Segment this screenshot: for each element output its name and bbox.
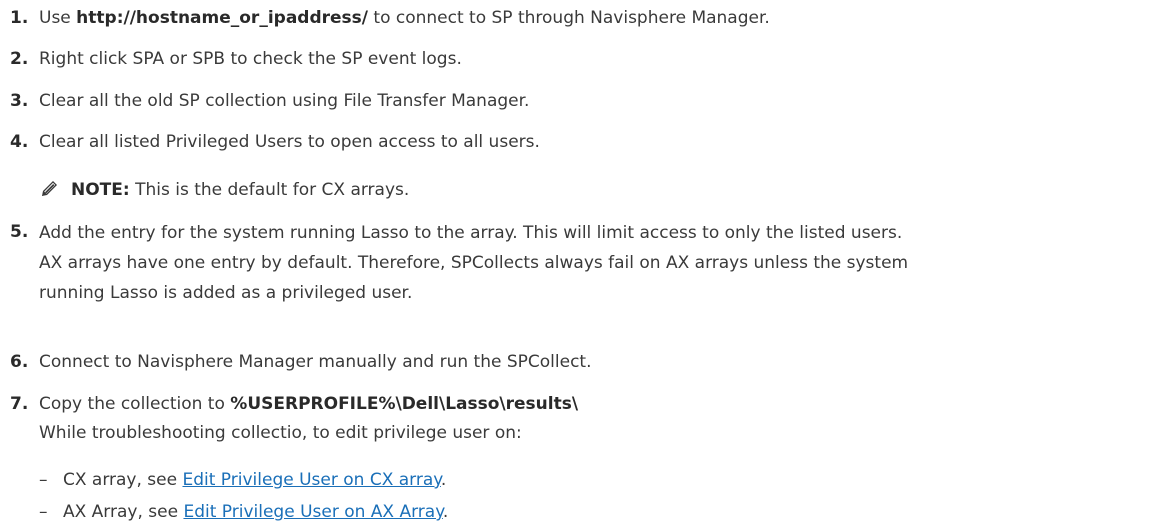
bullet-text: AX Array, see xyxy=(63,502,184,522)
note-label: NOTE: xyxy=(71,180,130,200)
step-text: Use xyxy=(39,8,77,28)
step-6: 6. Connect to Navisphere Manager manuall… xyxy=(10,348,1155,376)
step-text-line: Add the entry for the system running Las… xyxy=(39,223,903,243)
step-text: to connect to SP through Navisphere Mana… xyxy=(368,8,770,28)
step-number: 6. xyxy=(10,352,29,372)
pencil-note-icon xyxy=(39,177,61,199)
cx-array-link[interactable]: Edit Privilege User on CX array xyxy=(182,470,440,490)
step-number: 3. xyxy=(10,91,29,111)
step-3: 3. Clear all the old SP collection using… xyxy=(10,87,1155,115)
dash-marker: – xyxy=(39,470,48,490)
step-text: Clear all the old SP collection using Fi… xyxy=(39,91,530,111)
path-text: %USERPROFILE%\Dell\Lasso\results\ xyxy=(230,394,579,414)
dash-marker: – xyxy=(39,502,48,522)
step-text: Right click SPA or SPB to check the SP e… xyxy=(39,49,462,69)
step-number: 4. xyxy=(10,132,29,152)
step-number: 1. xyxy=(10,8,29,28)
step-number: 5. xyxy=(10,222,29,242)
step-text-line: running Lasso is added as a privileged u… xyxy=(39,283,413,303)
bullet-text: . xyxy=(442,502,449,522)
step-text: Copy the collection to xyxy=(39,394,231,414)
step-text-line: AX arrays have one entry by default. The… xyxy=(39,253,909,273)
step-5: 5. Add the entry for the system running … xyxy=(10,218,1155,308)
step-text-line: While troubleshooting collectio, to edit… xyxy=(39,423,522,443)
note-callout: NOTE: This is the default for CX arrays. xyxy=(39,176,409,204)
bullet-text: CX array, see xyxy=(63,470,183,490)
step-7: 7. Copy the collection to %USERPROFILE%\… xyxy=(10,390,1155,448)
instruction-document: 1. Use http://hostname_or_ipaddress/ to … xyxy=(0,0,1159,532)
ax-array-link[interactable]: Edit Privilege User on AX Array xyxy=(183,502,442,522)
step-text: Connect to Navisphere Manager manually a… xyxy=(39,352,592,372)
bullet-text: . xyxy=(440,470,447,490)
bullet-item-ax: – AX Array, see Edit Privilege User on AX… xyxy=(39,498,448,526)
bullet-item-cx: – CX array, see Edit Privilege User on CX… xyxy=(39,466,446,494)
step-number: 2. xyxy=(10,49,29,69)
step-2: 2. Right click SPA or SPB to check the S… xyxy=(10,45,1155,73)
note-text: This is the default for CX arrays. xyxy=(129,180,410,200)
step-text: Clear all listed Privileged Users to ope… xyxy=(39,132,540,152)
url-text: http://hostname_or_ipaddress/ xyxy=(76,8,368,28)
step-1: 1. Use http://hostname_or_ipaddress/ to … xyxy=(10,4,1155,32)
step-number: 7. xyxy=(10,394,29,414)
step-4: 4. Clear all listed Privileged Users to … xyxy=(10,128,1155,156)
